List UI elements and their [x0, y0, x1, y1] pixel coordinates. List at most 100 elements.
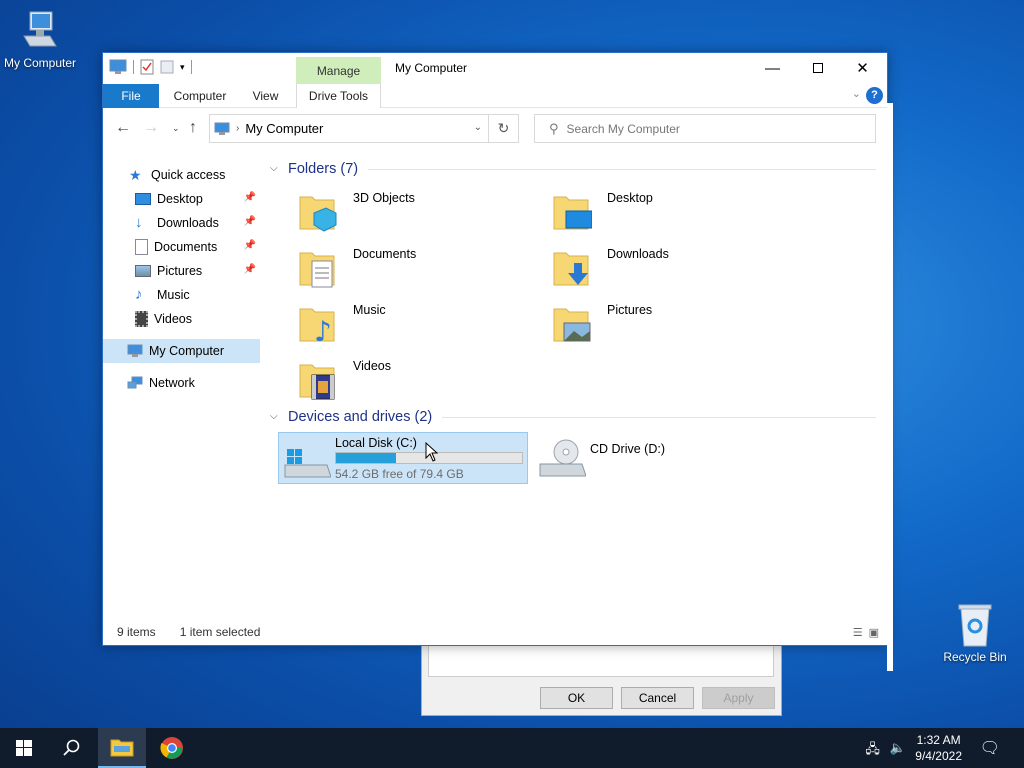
ribbon-tabs: File Computer View Drive Tools ⌄ ?: [103, 84, 887, 108]
drive-tile-cd-drive-d[interactable]: CD Drive (D:): [534, 432, 784, 484]
minimize-icon: —: [765, 59, 780, 77]
svg-text:♪: ♪: [314, 315, 332, 345]
refresh-icon[interactable]: ↻: [488, 115, 518, 142]
address-dropdown-icon[interactable]: ⌄: [474, 122, 482, 133]
folder-tile-3d-objects[interactable]: 3D Objects: [288, 187, 538, 239]
manage-context-tab[interactable]: Manage: [296, 57, 381, 84]
apply-button[interactable]: Apply: [702, 687, 775, 709]
help-icon[interactable]: ?: [866, 87, 883, 104]
group-title: Devices and drives (2): [288, 409, 433, 425]
folder-label: Desktop: [607, 191, 653, 205]
folders-group-header[interactable]: ⌵ Folders (7): [268, 157, 884, 181]
file-explorer-taskbar-button[interactable]: [98, 728, 146, 768]
folder-tile-downloads[interactable]: Downloads: [542, 243, 792, 295]
maximize-button[interactable]: [795, 53, 840, 83]
cancel-button[interactable]: Cancel: [621, 687, 694, 709]
sidebar-item-label: Videos: [154, 312, 192, 326]
back-icon[interactable]: ←: [115, 119, 131, 137]
drive-free-space: 54.2 GB free of 79.4 GB: [335, 467, 464, 481]
large-icons-view-icon[interactable]: ▣: [869, 626, 879, 639]
drive-label: Local Disk (C:): [335, 436, 417, 450]
status-bar: 9 items 1 item selected: [117, 625, 260, 639]
folder-tile-music[interactable]: ♪ Music: [288, 299, 538, 351]
expand-ribbon-icon[interactable]: ⌄: [852, 87, 861, 100]
network-icon: [127, 376, 143, 389]
sidebar-item-label: Music: [157, 288, 190, 302]
folder-label: 3D Objects: [353, 191, 415, 205]
search-icon: [63, 739, 80, 756]
sidebar-item-label: Quick access: [151, 168, 226, 182]
close-button[interactable]: ✕: [840, 53, 885, 83]
computer-icon: [214, 122, 230, 135]
windows-drive-icon: [284, 449, 331, 478]
downloads-folder-icon: [553, 252, 589, 286]
tab-drive-tools[interactable]: Drive Tools: [296, 84, 381, 108]
pin-icon: 📌: [243, 216, 256, 227]
sidebar-item-my-computer[interactable]: My Computer: [103, 339, 260, 363]
forward-icon[interactable]: →: [143, 119, 159, 137]
minimize-button[interactable]: —: [750, 53, 795, 83]
recent-locations-icon[interactable]: ⌄: [172, 123, 180, 134]
tab-file[interactable]: File: [103, 84, 159, 108]
item-count: 9 items: [117, 625, 156, 639]
clock[interactable]: 1:32 AM 9/4/2022: [915, 732, 962, 764]
chrome-taskbar-button[interactable]: [148, 728, 196, 768]
folder-tile-documents[interactable]: Documents: [288, 243, 538, 295]
sidebar-item-pictures[interactable]: Pictures 📌: [103, 259, 260, 283]
window-title: My Computer: [395, 61, 468, 75]
desktop-icon-my-computer[interactable]: My Computer: [0, 10, 80, 70]
content-pane: ⌵ Folders (7) 3D Objects Desktop Documen…: [268, 157, 884, 489]
sidebar-item-quick-access[interactable]: ★ Quick access: [103, 163, 260, 187]
customize-toolbar-icon[interactable]: ▾: [180, 62, 185, 73]
close-icon: ✕: [856, 60, 869, 77]
tab-computer[interactable]: Computer: [165, 84, 235, 108]
selection-count: 1 item selected: [179, 625, 261, 639]
up-icon[interactable]: ↑: [189, 119, 197, 137]
sidebar-item-label: Network: [149, 376, 195, 390]
pin-icon: 📌: [243, 240, 256, 251]
folder-tile-desktop[interactable]: Desktop: [542, 187, 792, 239]
title-bar: ▾ Manage My Computer — ✕: [103, 53, 887, 84]
drive-label: CD Drive (D:): [590, 442, 665, 456]
folder-label: Music: [353, 303, 386, 317]
folder-tile-videos[interactable]: Videos: [288, 355, 538, 407]
pictures-folder-icon: [553, 308, 591, 342]
search-box[interactable]: ⚲ Search My Computer: [534, 114, 876, 143]
sidebar-item-videos[interactable]: Videos: [103, 307, 260, 331]
new-folder-icon[interactable]: [160, 59, 174, 75]
pictures-icon: [135, 265, 151, 277]
clock-time: 1:32 AM: [916, 733, 961, 747]
sidebar-item-music[interactable]: ♪ Music: [103, 283, 260, 307]
desktop-icon-recycle-bin[interactable]: Recycle Bin: [935, 602, 1015, 664]
search-button[interactable]: [48, 728, 96, 768]
folder-tile-pictures[interactable]: Pictures: [542, 299, 792, 351]
network-icon[interactable]: 🖧: [865, 740, 880, 762]
volume-icon[interactable]: 🔈: [890, 740, 906, 762]
sidebar-item-desktop[interactable]: Desktop 📌: [103, 187, 260, 211]
details-view-icon[interactable]: ☰: [853, 626, 863, 639]
pin-icon: 📌: [243, 264, 256, 275]
properties-icon[interactable]: [140, 59, 154, 75]
documents-icon: [135, 239, 148, 255]
folder-label: Downloads: [607, 247, 669, 261]
address-bar[interactable]: › My Computer ⌄ ↻: [209, 114, 519, 143]
system-tray: 🖧 🔈: [865, 740, 906, 762]
ok-button[interactable]: OK: [540, 687, 613, 709]
star-icon: ★: [129, 167, 142, 183]
sidebar-item-downloads[interactable]: ↓ Downloads 📌: [103, 211, 260, 235]
desktop-folder-icon: [553, 196, 592, 230]
sidebar-item-network[interactable]: Network: [103, 371, 260, 395]
sidebar-item-label: Downloads: [157, 216, 219, 230]
sidebar-item-label: Desktop: [157, 192, 203, 206]
drives-group-header[interactable]: ⌵ Devices and drives (2): [268, 405, 884, 429]
notification-icon[interactable]: 🗨: [980, 738, 1000, 758]
group-title: Folders (7): [288, 161, 359, 177]
sidebar-item-documents[interactable]: Documents 📌: [103, 235, 260, 259]
folder-label: Videos: [353, 359, 391, 373]
tab-view[interactable]: View: [243, 84, 288, 108]
drive-tile-local-disk-c[interactable]: Local Disk (C:) 54.2 GB free of 79.4 GB: [278, 432, 528, 484]
search-icon: ⚲: [549, 120, 559, 136]
file-explorer-icon: [110, 739, 134, 757]
start-button[interactable]: [0, 728, 48, 768]
sidebar-item-label: Pictures: [157, 264, 203, 278]
